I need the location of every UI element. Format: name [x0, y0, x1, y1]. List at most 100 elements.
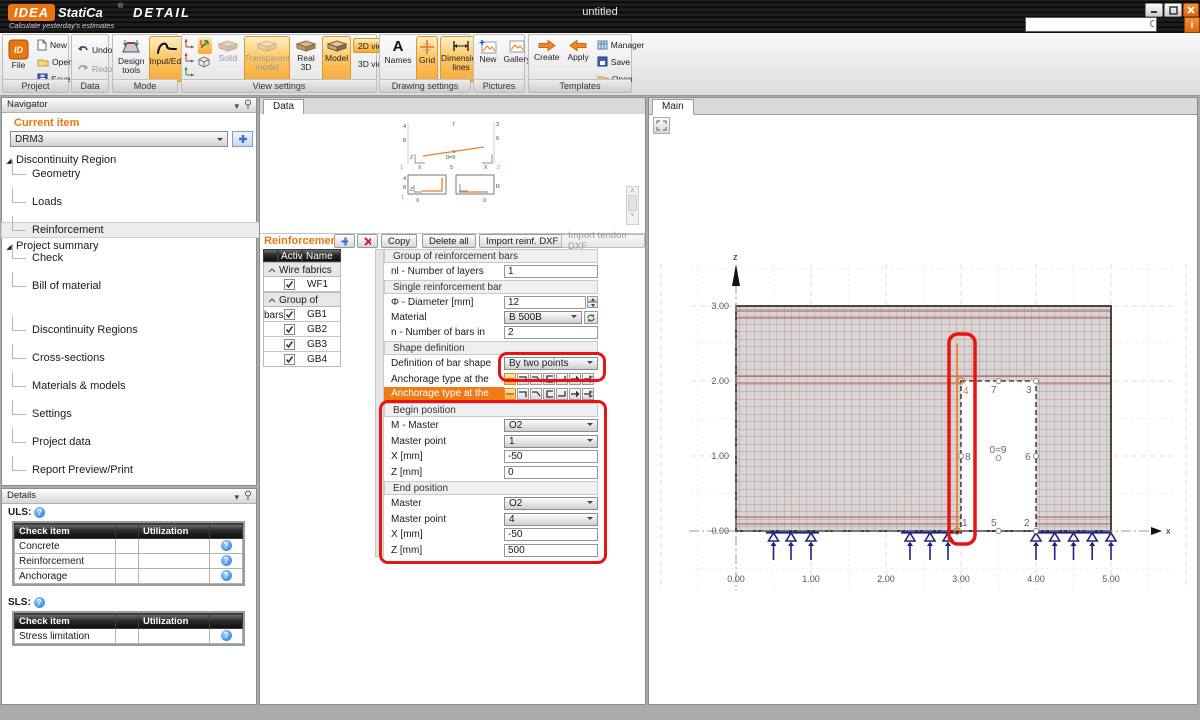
design-tools-button[interactable]: Design tools — [115, 36, 147, 82]
search-input[interactable] — [1026, 19, 1149, 30]
tree-item-check[interactable]: Check — [2, 251, 282, 265]
preview-bar-lshape[interactable] — [422, 178, 442, 191]
help-icon[interactable]: ? — [221, 570, 232, 581]
diameter-input[interactable]: 12 — [504, 296, 586, 309]
tree-group-discontinuity-region[interactable]: ◢Discontinuity Region — [2, 153, 252, 167]
row-gb1[interactable]: GB1 — [263, 307, 341, 322]
tree-item-discontinuity-regions[interactable]: Discontinuity Regions — [2, 323, 282, 337]
viewport-canvas[interactable]: z x 3.00 2.00 1.00 0.00 0.00 1.00 2.00 3… — [649, 114, 1197, 704]
end-x-input[interactable]: -50 — [504, 528, 598, 541]
scrollbar-thumb[interactable] — [628, 195, 637, 211]
file-button[interactable]: ID File — [5, 36, 32, 82]
sls-help-icon[interactable]: ? — [34, 597, 45, 608]
redo-button[interactable]: Redo — [74, 61, 115, 76]
navigator-menu-icon[interactable]: ▾ — [234, 99, 239, 113]
group-group-of-bars[interactable]: Group of bars — [263, 292, 341, 307]
checkbox-checked[interactable] — [284, 339, 295, 350]
help-icon[interactable]: ? — [221, 630, 232, 641]
anchor-hook-up-button[interactable] — [556, 373, 568, 385]
end-master-dropdown[interactable]: O2 — [504, 497, 598, 510]
tree-item-materials-models[interactable]: Materials & models — [2, 379, 282, 393]
names-button[interactable]: A Names — [382, 36, 414, 82]
grid-button[interactable]: Grid — [416, 36, 438, 82]
tree-item-loads[interactable]: Loads — [2, 195, 282, 209]
anchor-hook-45-button[interactable] — [530, 373, 542, 385]
default-view-button[interactable] — [198, 37, 212, 54]
anchor-straight-button[interactable] — [504, 388, 516, 400]
cube-view-icon[interactable] — [198, 56, 210, 68]
preview-scrollbar[interactable]: ∧ ∨ — [626, 186, 639, 225]
info-button[interactable]: i — [1184, 17, 1200, 33]
tree-item-reinforcement[interactable]: Reinforcement — [2, 223, 282, 237]
row-wf1[interactable]: WF1 — [263, 277, 341, 292]
tree-item-bill-of-material[interactable]: Bill of material — [2, 279, 282, 293]
help-icon[interactable]: ? — [221, 555, 232, 566]
tree-item-report-preview[interactable]: Report Preview/Print — [2, 463, 282, 477]
tree-item-project-data[interactable]: Project data — [2, 435, 282, 449]
minimize-button[interactable] — [1145, 3, 1163, 17]
anchor-hook-down-button[interactable] — [517, 388, 529, 400]
add-reinforcement-button[interactable] — [334, 234, 355, 248]
anchor-hook-45-button[interactable] — [530, 388, 542, 400]
axis-xy-icon[interactable] — [184, 37, 196, 49]
new-button[interactable]: New — [34, 37, 76, 52]
tree-expander-icon[interactable]: ◢ — [2, 241, 16, 255]
solid-button[interactable]: Solid — [214, 36, 242, 82]
scroll-up-icon[interactable]: ∧ — [627, 187, 638, 195]
bar-shape-dropdown[interactable]: By two points — [504, 357, 598, 370]
model-button[interactable]: Model — [322, 36, 351, 82]
template-apply-button[interactable]: Apply — [565, 36, 592, 82]
template-create-button[interactable]: Create — [531, 36, 563, 82]
axis-yz-icon[interactable] — [184, 65, 196, 77]
tree-item-settings[interactable]: Settings — [2, 407, 282, 421]
anchorage-end-label[interactable]: Anchorage type at the end — [384, 387, 504, 401]
anchor-u-hook-button[interactable] — [543, 373, 555, 385]
add-item-button[interactable] — [232, 131, 253, 147]
anchor-head-button[interactable] — [569, 373, 581, 385]
picture-new-button[interactable]: New — [476, 36, 500, 82]
end-master-point-dropdown[interactable]: 4 — [504, 513, 598, 526]
real-3d-button[interactable]: Real 3D — [292, 36, 320, 82]
scroll-down-icon[interactable]: ∨ — [627, 211, 638, 220]
row-gb2[interactable]: GB2 — [263, 322, 341, 337]
end-z-input[interactable]: 500 — [504, 544, 598, 557]
group-wire-fabrics[interactable]: Wire fabrics — [263, 262, 341, 277]
begin-x-input[interactable]: -50 — [504, 450, 598, 463]
help-icon[interactable]: ? — [221, 540, 232, 551]
maximize-button[interactable] — [1164, 3, 1182, 17]
checkbox-checked[interactable] — [284, 279, 295, 290]
n-bars-input[interactable]: 2 — [504, 326, 598, 339]
open-button[interactable]: Open — [34, 54, 76, 69]
tree-item-geometry[interactable]: Geometry — [2, 167, 282, 181]
begin-master-point-dropdown[interactable]: 1 — [504, 435, 598, 448]
tree-item-cross-sections[interactable]: Cross-sections — [2, 351, 282, 365]
template-save-button[interactable]: Save — [594, 54, 648, 69]
current-item-dropdown[interactable]: DRM3 — [10, 131, 228, 147]
checkbox-checked[interactable] — [284, 324, 295, 335]
import-tendon-dxf-button[interactable]: Import tendon DXF — [561, 234, 645, 248]
tree-group-project-summary[interactable]: ◢Project summary — [2, 239, 252, 253]
collapse-icon[interactable] — [268, 298, 276, 303]
anchor-u-hook-button[interactable] — [543, 388, 555, 400]
diameter-spin-down[interactable] — [587, 302, 598, 308]
material-dropdown[interactable]: B 500B — [504, 311, 582, 324]
tab-data[interactable]: Data — [263, 99, 304, 115]
concrete-wall[interactable] — [736, 306, 1111, 531]
anchor-plate-button[interactable] — [582, 388, 594, 400]
delete-all-button[interactable]: Delete all — [422, 234, 476, 248]
template-manager-button[interactable]: Manager — [594, 37, 648, 52]
anchor-hook-down-button[interactable] — [517, 373, 529, 385]
details-pin-icon[interactable] — [244, 490, 252, 500]
row-gb3[interactable]: GB3 — [263, 337, 341, 352]
collapse-icon[interactable] — [268, 268, 276, 273]
material-edit-button[interactable] — [584, 311, 598, 324]
anchor-head-button[interactable] — [569, 388, 581, 400]
row-gb4[interactable]: GB4 — [263, 352, 341, 367]
close-button[interactable] — [1183, 3, 1199, 17]
search-box[interactable] — [1025, 17, 1157, 32]
anchor-plate-button[interactable] — [582, 373, 594, 385]
axis-xz-icon[interactable] — [184, 51, 196, 63]
navigator-pin-icon[interactable] — [244, 99, 252, 109]
copy-button[interactable]: Copy — [381, 234, 417, 248]
begin-z-input[interactable]: 0 — [504, 466, 598, 479]
